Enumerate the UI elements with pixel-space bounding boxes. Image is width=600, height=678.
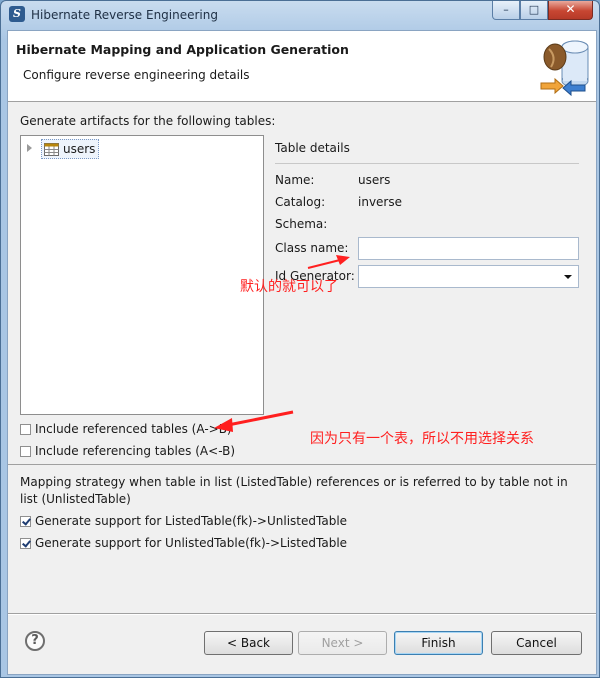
include-options-arrowhead [214, 418, 233, 432]
single-table-annotation: 因为只有一个表，所以不用选择关系 [310, 431, 534, 447]
default-annotation: 默认的就可以了 [240, 279, 338, 295]
annotation-arrows [214, 255, 350, 432]
include-options-arrow [227, 410, 294, 427]
class-name-arrowhead [336, 255, 350, 265]
class-name-arrow [307, 259, 341, 269]
